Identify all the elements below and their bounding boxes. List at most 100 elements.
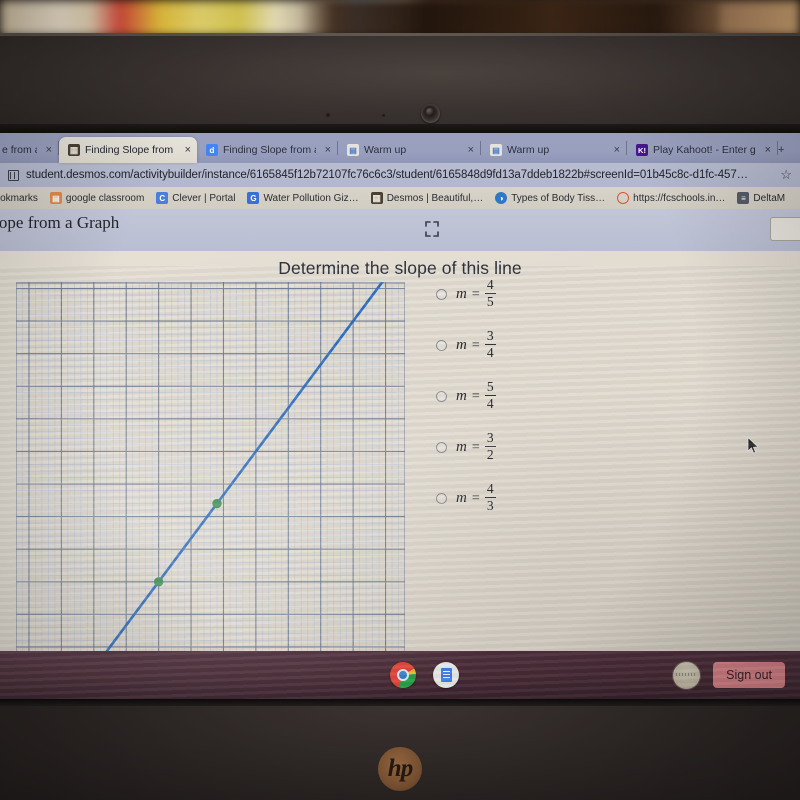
slope-variable: m bbox=[456, 388, 467, 404]
bookmark-label: Desmos | Beautiful,… bbox=[386, 192, 484, 204]
fraction-numerator: 3 bbox=[486, 429, 494, 445]
webcam-mic-hole-left bbox=[326, 113, 330, 117]
equals-sign: = bbox=[471, 439, 480, 455]
laptop-photo: e from a × ▦ Finding Slope from a ( × d … bbox=[0, 0, 800, 800]
desmos-favicon: ▦ bbox=[68, 144, 80, 156]
bookmark-item-clever-portal[interactable]: C Clever | Portal bbox=[153, 192, 238, 204]
browser-tab-4[interactable]: ▤ Warm up × bbox=[481, 137, 626, 163]
kahoot-favicon: K! bbox=[636, 144, 648, 156]
tab-close-icon[interactable]: × bbox=[181, 144, 191, 156]
page-title: g Slope from a Graph bbox=[0, 213, 120, 232]
bookmark-label: DeltaM bbox=[753, 192, 786, 204]
bookmark-item-body-tissues[interactable]: ◑ Types of Body Tiss… bbox=[492, 192, 608, 204]
answer-choice-3[interactable]: m = 3 2 bbox=[436, 422, 496, 473]
graph-canvas[interactable] bbox=[16, 282, 405, 673]
fraction-numerator: 5 bbox=[486, 378, 494, 394]
slope-graph[interactable] bbox=[16, 282, 405, 673]
tab-title: Finding Slope from a bbox=[223, 144, 316, 156]
deltamath-icon: ≡ bbox=[737, 192, 750, 204]
fraction: 4 3 bbox=[484, 481, 496, 513]
laptop-top-bezel bbox=[0, 33, 800, 133]
browser-tab-0[interactable]: e from a × bbox=[0, 137, 58, 163]
star-icon[interactable]: ☆ bbox=[780, 167, 792, 183]
radio-button[interactable] bbox=[436, 442, 447, 453]
new-tab-button[interactable]: + bbox=[778, 137, 792, 163]
answer-choice-4[interactable]: m = 4 3 bbox=[436, 473, 496, 524]
plus-icon: + bbox=[778, 144, 785, 156]
radio-button[interactable] bbox=[436, 289, 447, 300]
slides-favicon: ▤ bbox=[347, 144, 359, 156]
shelf-app-icons bbox=[390, 662, 459, 688]
browser-tab-1[interactable]: ▦ Finding Slope from a ( × bbox=[59, 137, 197, 163]
tab-title: Finding Slope from a ( bbox=[85, 144, 176, 156]
chromeos-shelf: Sign out bbox=[0, 651, 800, 699]
tab-close-icon[interactable]: × bbox=[321, 144, 331, 156]
chrome-icon[interactable] bbox=[390, 662, 416, 688]
tab-close-icon[interactable]: × bbox=[464, 144, 474, 156]
sign-out-button[interactable]: Sign out bbox=[713, 662, 785, 688]
hp-logo: hp bbox=[378, 747, 422, 791]
mouse-pointer-icon bbox=[747, 437, 759, 454]
bookmark-item-fcschools[interactable]: https://fcschools.in… bbox=[614, 192, 728, 204]
bookmark-label: bookmarks bbox=[0, 192, 38, 204]
fraction-denominator: 4 bbox=[486, 396, 494, 411]
fraction: 4 5 bbox=[484, 276, 496, 309]
tab-title: Warm up bbox=[364, 144, 407, 156]
choice-equation: m = 3 2 bbox=[456, 429, 496, 463]
browser-tab-3[interactable]: ▤ Warm up × bbox=[338, 137, 480, 163]
gizmos-icon: G bbox=[247, 192, 260, 204]
tab-close-icon[interactable]: × bbox=[610, 144, 620, 156]
bookmark-item-water-pollution[interactable]: G Water Pollution Giz… bbox=[244, 192, 361, 204]
bookmark-item-bookmarks[interactable]: bookmarks bbox=[0, 193, 41, 204]
address-bar-url[interactable]: student.desmos.com/activitybuilder/insta… bbox=[26, 169, 773, 181]
choice-equation: m = 4 3 bbox=[456, 481, 496, 514]
fraction-denominator: 4 bbox=[486, 345, 494, 360]
page-info-icon[interactable] bbox=[8, 169, 19, 181]
tab-title: Play Kahoot! - Enter g bbox=[653, 144, 756, 156]
browser-tab-2[interactable]: d Finding Slope from a × bbox=[197, 137, 337, 163]
slides-favicon: ▤ bbox=[490, 144, 502, 156]
bookmark-item-google-classroom[interactable]: ▤ google classroom bbox=[47, 192, 147, 204]
answer-choice-list: m = 4 5 m = 3 4 m = 5 4 m = 3 2 m = 4 3 bbox=[436, 269, 496, 524]
tab-title: Warm up bbox=[507, 144, 550, 156]
brainpop-icon: ◑ bbox=[495, 192, 508, 204]
equals-sign: = bbox=[471, 490, 480, 506]
browser-tab-5[interactable]: K! Play Kahoot! - Enter g × bbox=[627, 137, 777, 163]
slope-variable: m bbox=[456, 490, 467, 506]
fraction-denominator: 5 bbox=[486, 294, 494, 309]
webcam-icon bbox=[421, 104, 440, 123]
answer-choice-2[interactable]: m = 5 4 bbox=[436, 371, 496, 422]
expand-fullscreen-icon[interactable] bbox=[423, 220, 441, 238]
radio-button[interactable] bbox=[436, 493, 447, 504]
fraction-denominator: 3 bbox=[486, 498, 494, 513]
choice-equation: m = 4 5 bbox=[456, 276, 496, 310]
fraction-denominator: 2 bbox=[486, 447, 494, 462]
google-classroom-icon: ▤ bbox=[49, 192, 62, 204]
slope-variable: m bbox=[456, 439, 467, 455]
browser-omnibox[interactable]: student.desmos.com/activitybuilder/insta… bbox=[0, 163, 800, 187]
bookmark-item-desmos[interactable]: ▦ Desmos | Beautiful,… bbox=[368, 192, 487, 204]
tab-close-icon[interactable]: × bbox=[761, 144, 771, 156]
radio-button[interactable] bbox=[436, 391, 447, 402]
bookmark-item-deltamath[interactable]: ≡ DeltaM bbox=[734, 192, 788, 204]
bookmark-label: Clever | Portal bbox=[172, 192, 236, 204]
answer-choice-1[interactable]: m = 3 4 bbox=[436, 320, 496, 371]
tab-close-icon[interactable]: × bbox=[42, 144, 52, 156]
browser-tab-strip: e from a × ▦ Finding Slope from a ( × d … bbox=[0, 133, 800, 163]
fraction-numerator: 4 bbox=[486, 276, 494, 292]
tab-title: e from a bbox=[2, 144, 37, 156]
desmos-icon: ▦ bbox=[370, 192, 383, 204]
header-action-button[interactable] bbox=[770, 217, 800, 241]
bookmark-label: google classroom bbox=[65, 192, 145, 204]
activity-header: g Slope from a Graph eeler bbox=[0, 209, 800, 251]
slope-variable: m bbox=[456, 286, 467, 302]
user-avatar[interactable] bbox=[673, 661, 700, 689]
choice-equation: m = 3 4 bbox=[456, 328, 496, 361]
laptop-screen: e from a × ▦ Finding Slope from a ( × d … bbox=[0, 133, 800, 699]
docs-icon[interactable] bbox=[433, 662, 459, 688]
question-prompt: Determine the slope of this line bbox=[278, 258, 522, 278]
activity-screen-body: Determine the slope of this line m = 4 5… bbox=[0, 251, 800, 673]
answer-choice-0[interactable]: m = 4 5 bbox=[436, 269, 496, 320]
clever-icon: C bbox=[156, 192, 169, 204]
radio-button[interactable] bbox=[436, 340, 447, 351]
